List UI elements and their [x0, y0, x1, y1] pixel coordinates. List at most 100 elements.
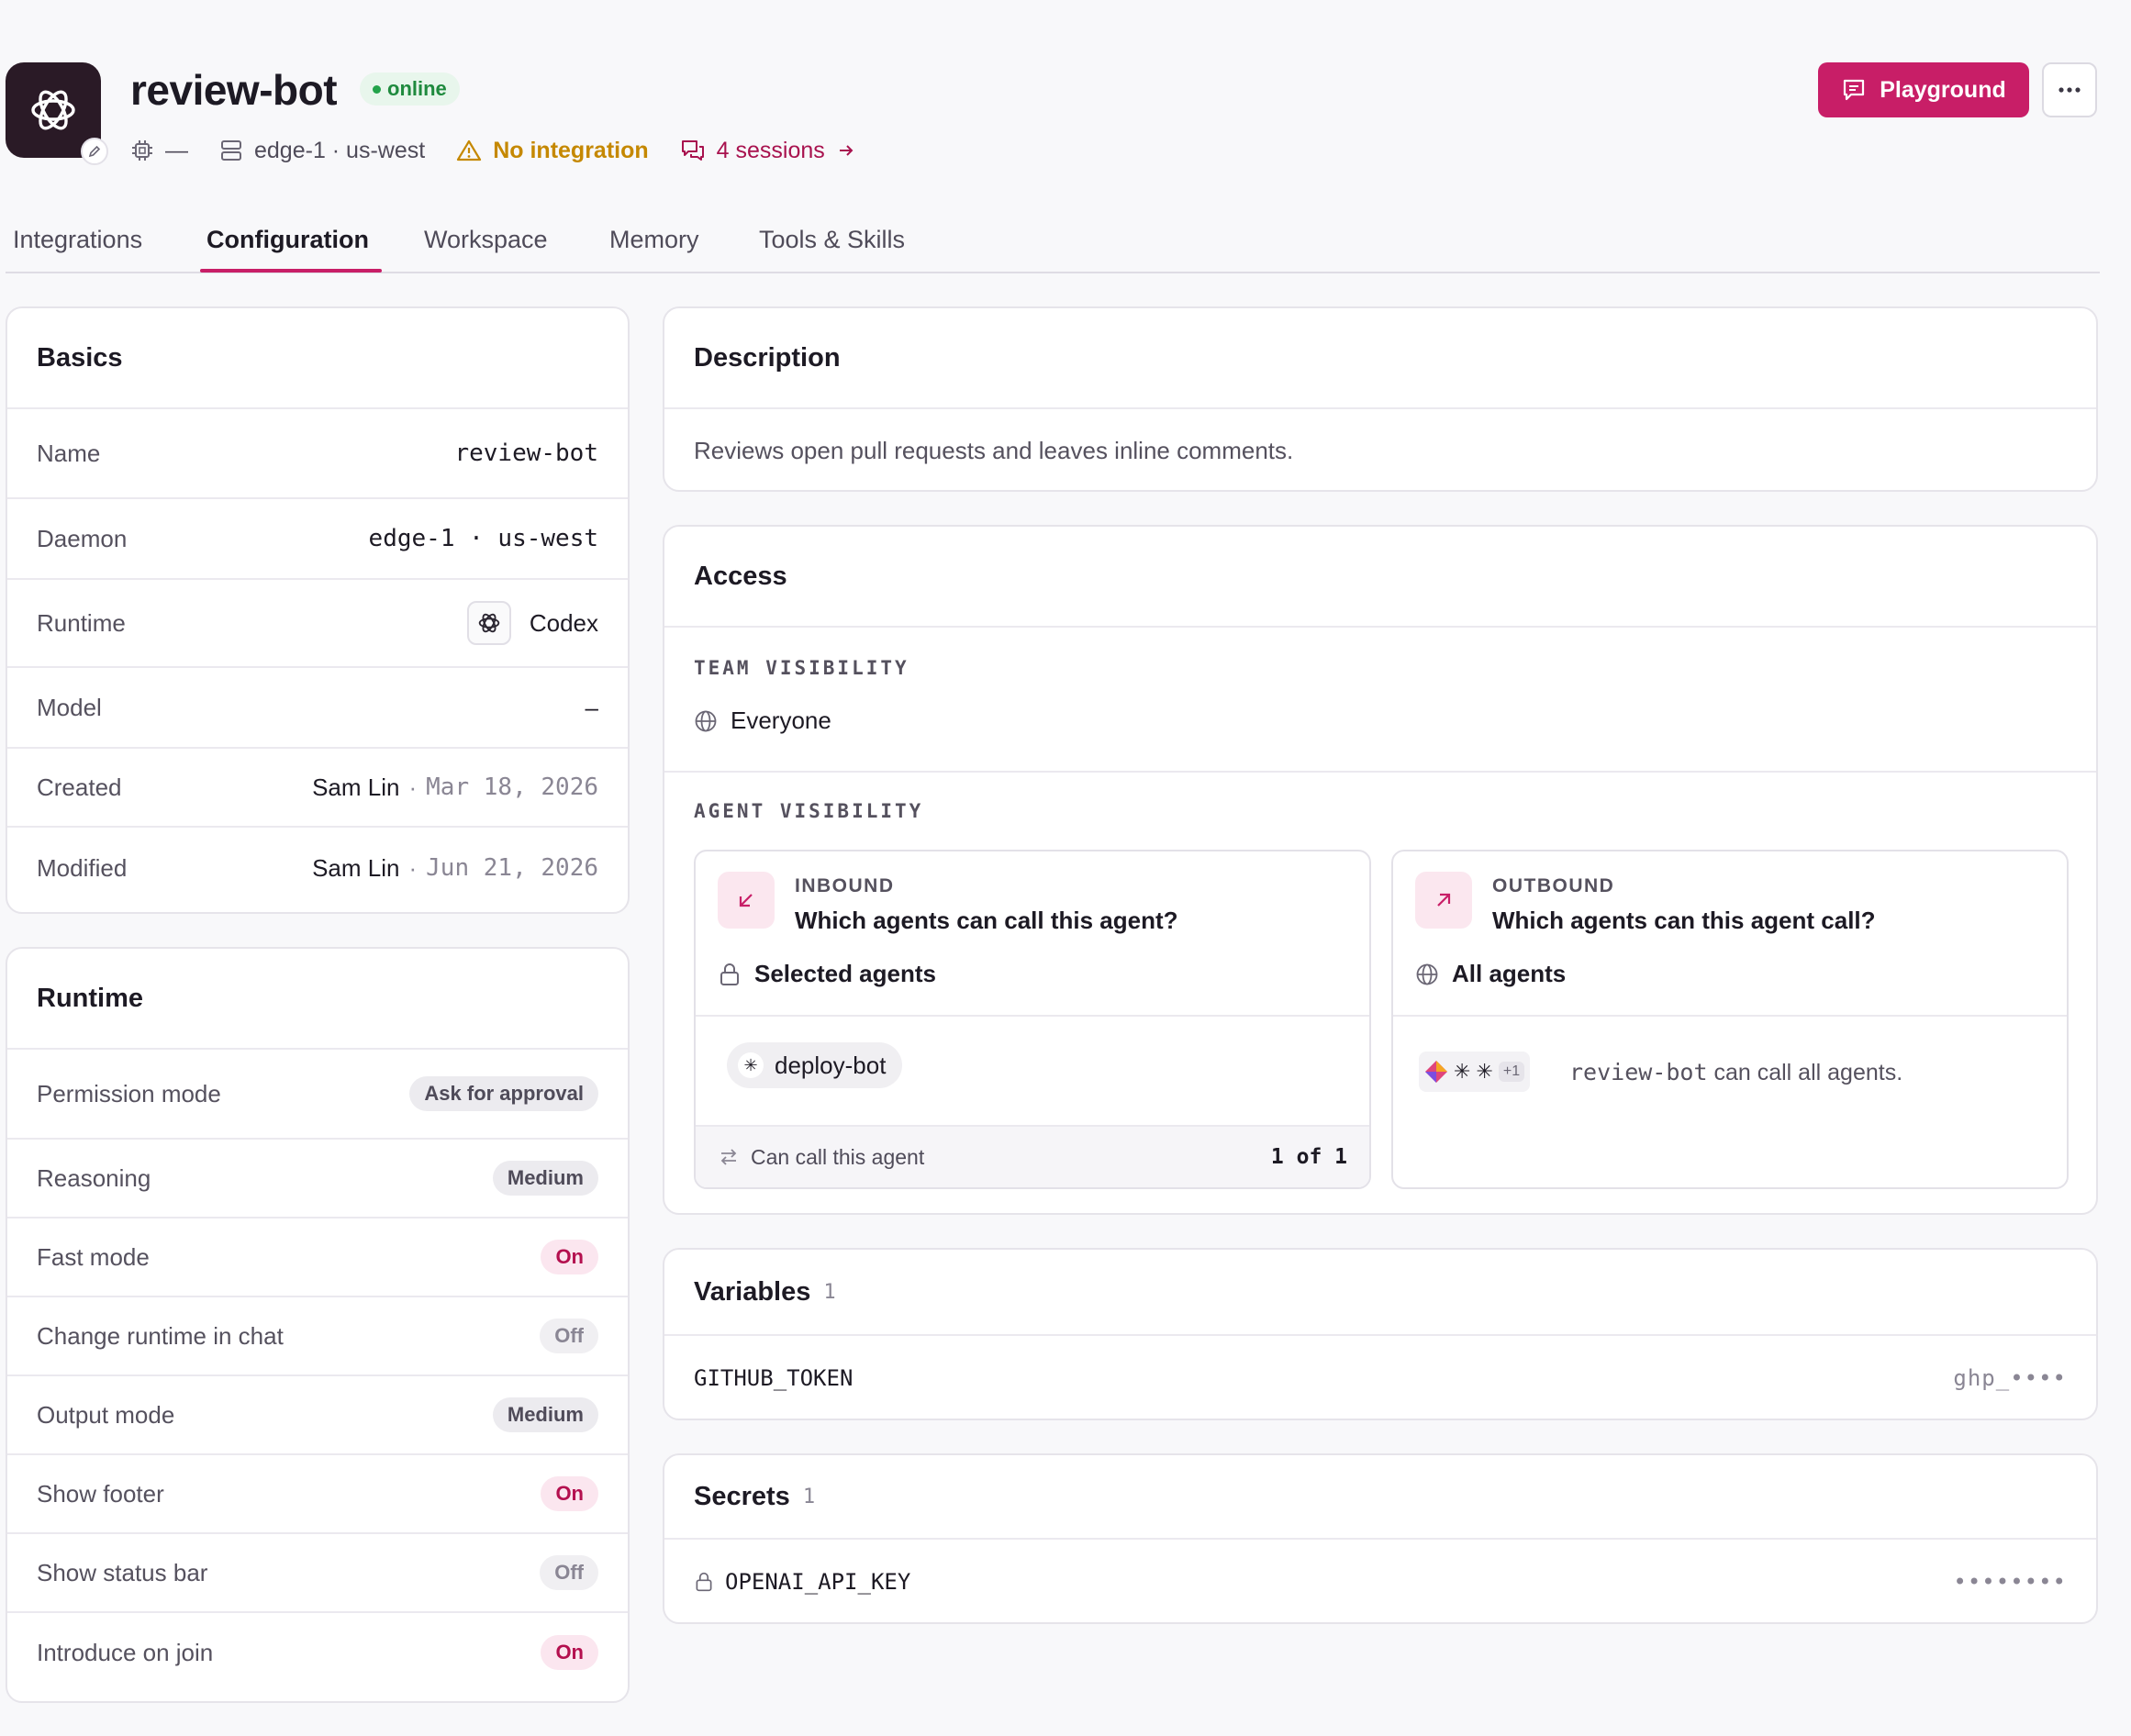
runtime-setting-row[interactable]: Introduce on join On — [7, 1613, 628, 1692]
globe-icon — [1416, 963, 1438, 985]
basics-title: Basics — [7, 308, 628, 409]
playground-button[interactable]: Playground — [1818, 62, 2029, 117]
runtime-setting-row[interactable]: Output mode Medium — [7, 1376, 628, 1455]
tab-configuration[interactable]: Configuration — [206, 218, 369, 261]
runtime-setting-label: Output mode — [37, 1400, 175, 1429]
agent-chip-label: deploy-bot — [775, 1051, 887, 1079]
inbound-arrow-icon — [718, 872, 775, 929]
secret-key: OPENAI_API_KEY — [725, 1569, 911, 1595]
variable-row[interactable]: GITHUB_TOKEN ghp_•••• — [664, 1336, 2096, 1419]
outbound-call-text: can call all agents. — [1707, 1060, 1903, 1085]
inbound-question: Which agents can call this agent? — [795, 907, 1178, 934]
team-visibility-label: TEAM VISIBILITY — [694, 657, 909, 679]
team-visibility-value[interactable]: Everyone — [694, 707, 831, 735]
modified-user: Sam Lin — [312, 853, 400, 882]
asterisk-icon: ✳ — [1476, 1060, 1493, 1083]
runtime-setting-badge[interactable]: Ask for approval — [409, 1076, 598, 1111]
warning-icon — [457, 139, 482, 161]
basics-row-runtime: Runtime Codex — [7, 580, 628, 668]
runtime-setting-row[interactable]: Show footer On — [7, 1455, 628, 1534]
basics-row-name: Name review-bot — [7, 409, 628, 499]
agent-avatar-stack: ✳ ✳ +1 — [1419, 1052, 1531, 1092]
gemini-diamond-icon — [1425, 1061, 1447, 1083]
daemon-value: edge-1 · us-west — [368, 525, 598, 552]
runtime-setting-badge[interactable]: Off — [540, 1319, 598, 1353]
runtime-setting-badge[interactable]: Medium — [492, 1397, 598, 1432]
access-card: Access TEAM VISIBILITY Everyone AGENT VI… — [663, 525, 2098, 1215]
more-horizontal-icon — [2058, 87, 2081, 93]
inbound-footer-count: 1 of 1 — [1270, 1145, 1347, 1169]
outbound-arrow-icon — [1415, 872, 1472, 929]
inbound-scope-selector[interactable]: Selected agents — [718, 960, 936, 988]
tab-bar: Integrations Configuration Workspace Mem… — [6, 206, 2100, 273]
runtime-setting-row[interactable]: Reasoning Medium — [7, 1140, 628, 1219]
basics-row-modified: Modified Sam Lin · Jun 21, 2026 — [7, 828, 628, 908]
variables-title: Variables — [694, 1276, 811, 1307]
tab-integrations[interactable]: Integrations — [13, 218, 142, 261]
name-value: review-bot — [454, 440, 598, 467]
created-date: Mar 18, 2026 — [426, 773, 598, 801]
playground-label: Playground — [1880, 76, 2006, 103]
runtime-setting-badge[interactable]: On — [541, 1476, 598, 1511]
name-label: Name — [37, 439, 101, 467]
server-icon — [221, 140, 241, 161]
variable-value: ghp_•••• — [1953, 1365, 2067, 1391]
basics-card: Basics Name review-bot Daemon edge-1 · u… — [6, 306, 630, 914]
secrets-title: Secrets — [694, 1481, 790, 1511]
runtime-setting-label: Show footer — [37, 1479, 164, 1508]
runtime-settings-list: Permission mode Ask for approval Reasoning… — [7, 1050, 628, 1692]
tab-tools-skills[interactable]: Tools & Skills — [759, 218, 905, 261]
tab-memory[interactable]: Memory — [609, 218, 699, 261]
description-card: Description Reviews open pull requests a… — [663, 306, 2098, 492]
lock-icon — [696, 1572, 712, 1592]
integration-warning[interactable]: No integration — [456, 138, 649, 164]
daemon-meta[interactable]: edge-1 · us-west — [219, 138, 425, 164]
variables-card: Variables 1 GITHUB_TOKEN ghp_•••• — [663, 1248, 2098, 1420]
sessions-label: 4 sessions — [716, 137, 825, 163]
pencil-icon — [88, 145, 101, 158]
runtime-setting-badge[interactable]: Off — [540, 1555, 598, 1590]
openai-logo-icon — [31, 90, 75, 130]
runtime-setting-label: Change runtime in chat — [37, 1321, 284, 1350]
inbound-divider — [696, 1015, 1369, 1017]
status-badge: online — [360, 72, 460, 106]
more-agents-count: +1 — [1498, 1062, 1525, 1082]
globe-icon — [695, 710, 717, 731]
inbound-footer-label: Can call this agent — [751, 1144, 925, 1169]
model-value: – — [585, 693, 598, 721]
chat-bubbles-icon — [681, 140, 704, 161]
runtime-setting-badge[interactable]: On — [541, 1240, 598, 1274]
agent-name-title: review-bot — [130, 66, 338, 114]
runtime-setting-label: Reasoning — [37, 1163, 151, 1192]
outbound-kicker: OUTBOUND — [1492, 875, 1615, 896]
runtime-setting-row[interactable]: Change runtime in chat Off — [7, 1297, 628, 1376]
more-options-button[interactable] — [2042, 62, 2097, 117]
tab-workspace[interactable]: Workspace — [424, 218, 548, 261]
runtime-setting-label: Introduce on join — [37, 1638, 214, 1666]
runtime-setting-label: Fast mode — [37, 1242, 150, 1271]
runtime-label: Runtime — [37, 608, 126, 637]
cpu-icon — [132, 140, 152, 161]
inbound-box: INBOUND Which agents can call this agent… — [694, 850, 1371, 1189]
access-title: Access — [664, 527, 2096, 628]
agent-chip-deploy-bot[interactable]: ✳ deploy-bot — [727, 1042, 903, 1088]
agent-avatar[interactable] — [6, 62, 108, 165]
secret-value: •••••••• — [1953, 1569, 2067, 1595]
sessions-link[interactable]: 4 sessions — [680, 138, 856, 164]
runtime-setting-badge[interactable]: On — [541, 1635, 598, 1670]
active-tab-indicator — [200, 269, 382, 273]
outbound-agent-name: review-bot — [1569, 1059, 1708, 1085]
runtime-setting-badge[interactable]: Medium — [492, 1161, 598, 1196]
daemon-meta-label: edge-1 · us-west — [254, 137, 426, 163]
runtime-setting-row[interactable]: Show status bar Off — [7, 1534, 628, 1613]
outbound-scope-selector[interactable]: All agents — [1415, 960, 1566, 988]
runtime-setting-row[interactable]: Permission mode Ask for approval — [7, 1050, 628, 1140]
edit-avatar-button[interactable] — [81, 138, 108, 165]
outbound-box: OUTBOUND Which agents can this agent cal… — [1391, 850, 2069, 1189]
secret-row[interactable]: OPENAI_API_KEY •••••••• — [664, 1540, 2096, 1622]
created-label: Created — [37, 773, 122, 801]
runtime-setting-row[interactable]: Fast mode On — [7, 1219, 628, 1297]
runtime-setting-label: Show status bar — [37, 1558, 208, 1586]
inbound-footer-left: Can call this agent — [718, 1145, 924, 1170]
asterisk-icon: ✳ — [1454, 1060, 1471, 1083]
